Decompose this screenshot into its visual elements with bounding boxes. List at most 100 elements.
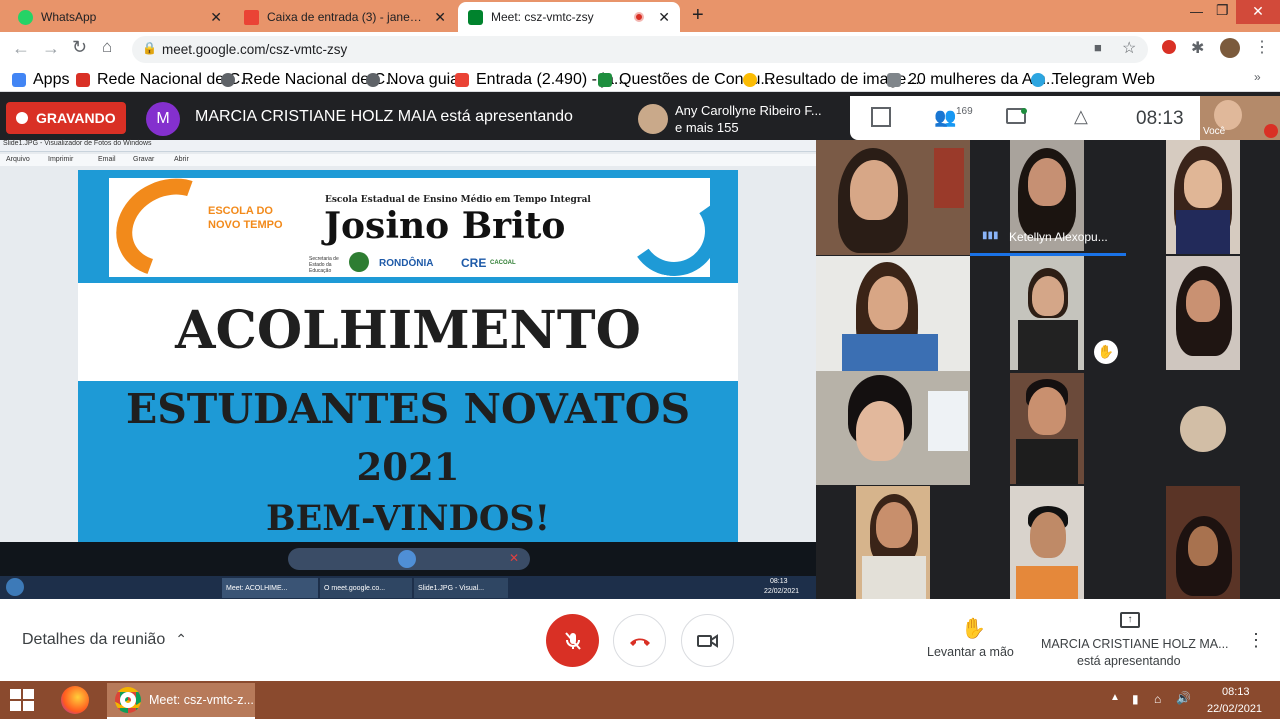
activities-icon[interactable]: △ (1074, 106, 1088, 127)
viewer-menu: Arquivo Imprimir Email Gravar Abrir (0, 154, 816, 166)
start-orb-icon (6, 578, 24, 596)
camera-icon[interactable]: ■ (1094, 40, 1102, 55)
participant-tile[interactable] (1010, 486, 1084, 599)
presenter-text: MARCIA CRISTIANE HOLZ MAIA está apresent… (195, 108, 573, 125)
audio-level-icon: ▮▮▮ (982, 230, 999, 241)
volume-icon[interactable]: 🔊 (1176, 691, 1191, 705)
menu-icon[interactable]: ⋮ (1254, 37, 1270, 57)
shared-task-item: Meet: ACOLHIME... (222, 578, 318, 598)
bookmark-label: Telegram Web (1052, 71, 1155, 88)
end-call-button[interactable] (613, 614, 666, 667)
more-options-icon[interactable]: ⋮ (1247, 630, 1265, 651)
slide-headline: ACOLHIMENTO (175, 300, 641, 361)
present-screen-icon[interactable]: ↑ (1120, 612, 1140, 628)
avatar[interactable] (1220, 38, 1240, 58)
firefox-icon[interactable] (61, 686, 89, 714)
tab-meet[interactable]: Meet: csz-vmtc-zsy ✕ (458, 2, 680, 32)
meet-icon (468, 9, 483, 25)
taskbar-date[interactable]: 22/02/2021 (1207, 703, 1262, 715)
windows-start-icon[interactable] (10, 689, 34, 711)
tab-gmail[interactable]: Caixa de entrada (3) - janemaiarb ✕ (234, 2, 456, 32)
participants-preview[interactable]: Any Carollyne Ribeiro F... e mais 155 (630, 98, 848, 140)
reload-icon[interactable]: ↻ (72, 37, 87, 58)
org-cacoal: CACOAL (490, 260, 516, 266)
home-icon[interactable]: ⌂ (102, 37, 112, 57)
tab-label: WhatsApp (41, 10, 97, 24)
google-icon (743, 73, 757, 87)
tab-whatsapp[interactable]: WhatsApp ✕ (8, 2, 232, 32)
participant-tile[interactable] (1166, 140, 1240, 254)
viewer-menu-item: Imprimir (48, 156, 74, 163)
viewer-controls: ✕ (288, 548, 530, 570)
puzzle-icon[interactable]: ✱ (1191, 38, 1204, 58)
lock-icon: 🔒 (142, 41, 157, 55)
bookmark-item[interactable]: Telegram Web (1031, 71, 1155, 89)
globe-icon (221, 73, 235, 87)
recording-indicator-icon (634, 12, 645, 22)
presenting-name[interactable]: MARCIA CRISTIANE HOLZ MA... (1041, 637, 1229, 651)
people-icon[interactable]: 👥 (934, 107, 956, 128)
close-tab-icon[interactable]: ✕ (428, 9, 446, 26)
new-tab-icon[interactable]: + (692, 4, 704, 27)
participant-tile[interactable] (1166, 256, 1240, 370)
recording-label: GRAVANDO (36, 110, 116, 126)
tray-expand-icon[interactable]: ▲ (1110, 692, 1120, 703)
bookmark-apps[interactable]: Apps (12, 71, 69, 89)
chat-badge (1021, 108, 1027, 114)
participant-tile[interactable] (816, 256, 970, 371)
participant-tile[interactable] (816, 371, 970, 485)
presenter-avatar: M (146, 102, 180, 136)
back-icon[interactable]: ← (12, 38, 30, 59)
school-name: Josino Brito (324, 205, 566, 247)
viewer-menu-item: Email (98, 156, 116, 163)
layout-grid-icon[interactable] (871, 107, 891, 127)
extension-icon[interactable] (1162, 40, 1176, 54)
viewer-title-bar: Slide1.JPG - Visualizador de Fotos do Wi… (0, 140, 816, 152)
apps-grid-icon (12, 73, 26, 87)
tab-label: Meet: csz-vmtc-zsy (491, 10, 594, 24)
bookmark-item[interactable]: Nova guia (366, 71, 459, 89)
self-label: Você (1203, 126, 1226, 137)
taskbar-time[interactable]: 08:13 (1222, 686, 1250, 698)
close-window-icon[interactable]: ✕ (1236, 0, 1280, 24)
bookmark-icon (887, 73, 901, 87)
address-bar[interactable]: 🔒 meet.google.com/csz-vmtc-zsy ■ ☆ (132, 36, 1148, 63)
camera-toggle-button[interactable] (681, 614, 734, 667)
avatar (638, 104, 668, 134)
hang-up-icon (629, 638, 650, 646)
mic-toggle-button[interactable] (546, 614, 599, 667)
battery-icon[interactable]: ▮ (1132, 692, 1139, 706)
avatar (1180, 406, 1226, 452)
mic-off-icon (564, 631, 581, 650)
inep-icon (76, 73, 90, 87)
forward-icon[interactable]: → (42, 38, 60, 59)
raise-hand-label[interactable]: Levantar a mão (927, 645, 1014, 659)
slide-line3: BEM-VINDOS! (266, 498, 550, 539)
minimize-icon[interactable]: — (1190, 4, 1203, 19)
org-rondonia: RONDÔNIA (379, 258, 434, 269)
self-view-tile[interactable]: Você (1200, 96, 1280, 140)
meeting-details-button[interactable]: Detalhes da reunião ⌃ (22, 631, 187, 649)
bookmarks-overflow-icon[interactable]: » (1254, 70, 1261, 84)
check-icon (598, 73, 612, 87)
maximize-icon[interactable]: ❐ (1216, 2, 1229, 19)
chrome-icon (115, 687, 141, 713)
participant-tile[interactable] (1010, 373, 1084, 484)
meeting-clock: 08:13 (1136, 108, 1184, 129)
taskbar-chrome-window[interactable]: Meet: csz-vmtc-z... (107, 683, 255, 719)
participant-tile[interactable] (1010, 256, 1084, 370)
participant-tile[interactable] (856, 486, 930, 599)
close-tab-icon[interactable]: ✕ (204, 9, 222, 26)
star-icon[interactable]: ☆ (1122, 38, 1136, 58)
presenting-sub: está apresentando (1077, 654, 1181, 668)
shared-task-item: O meet.google.co... (320, 578, 412, 598)
raise-hand-icon[interactable]: ✋ (961, 616, 986, 641)
url-text: meet.google.com/csz-vmtc-zsy (162, 42, 348, 57)
slide-line1: ESTUDANTES NOVATOS (125, 385, 691, 433)
slideshow-icon (398, 550, 416, 568)
participant-tile[interactable] (1166, 486, 1240, 599)
network-icon[interactable]: ⌂ (1154, 692, 1161, 706)
participant-tile[interactable] (816, 140, 970, 255)
close-tab-icon[interactable]: ✕ (652, 9, 670, 26)
raised-hand-icon: ✋ (1094, 340, 1118, 364)
